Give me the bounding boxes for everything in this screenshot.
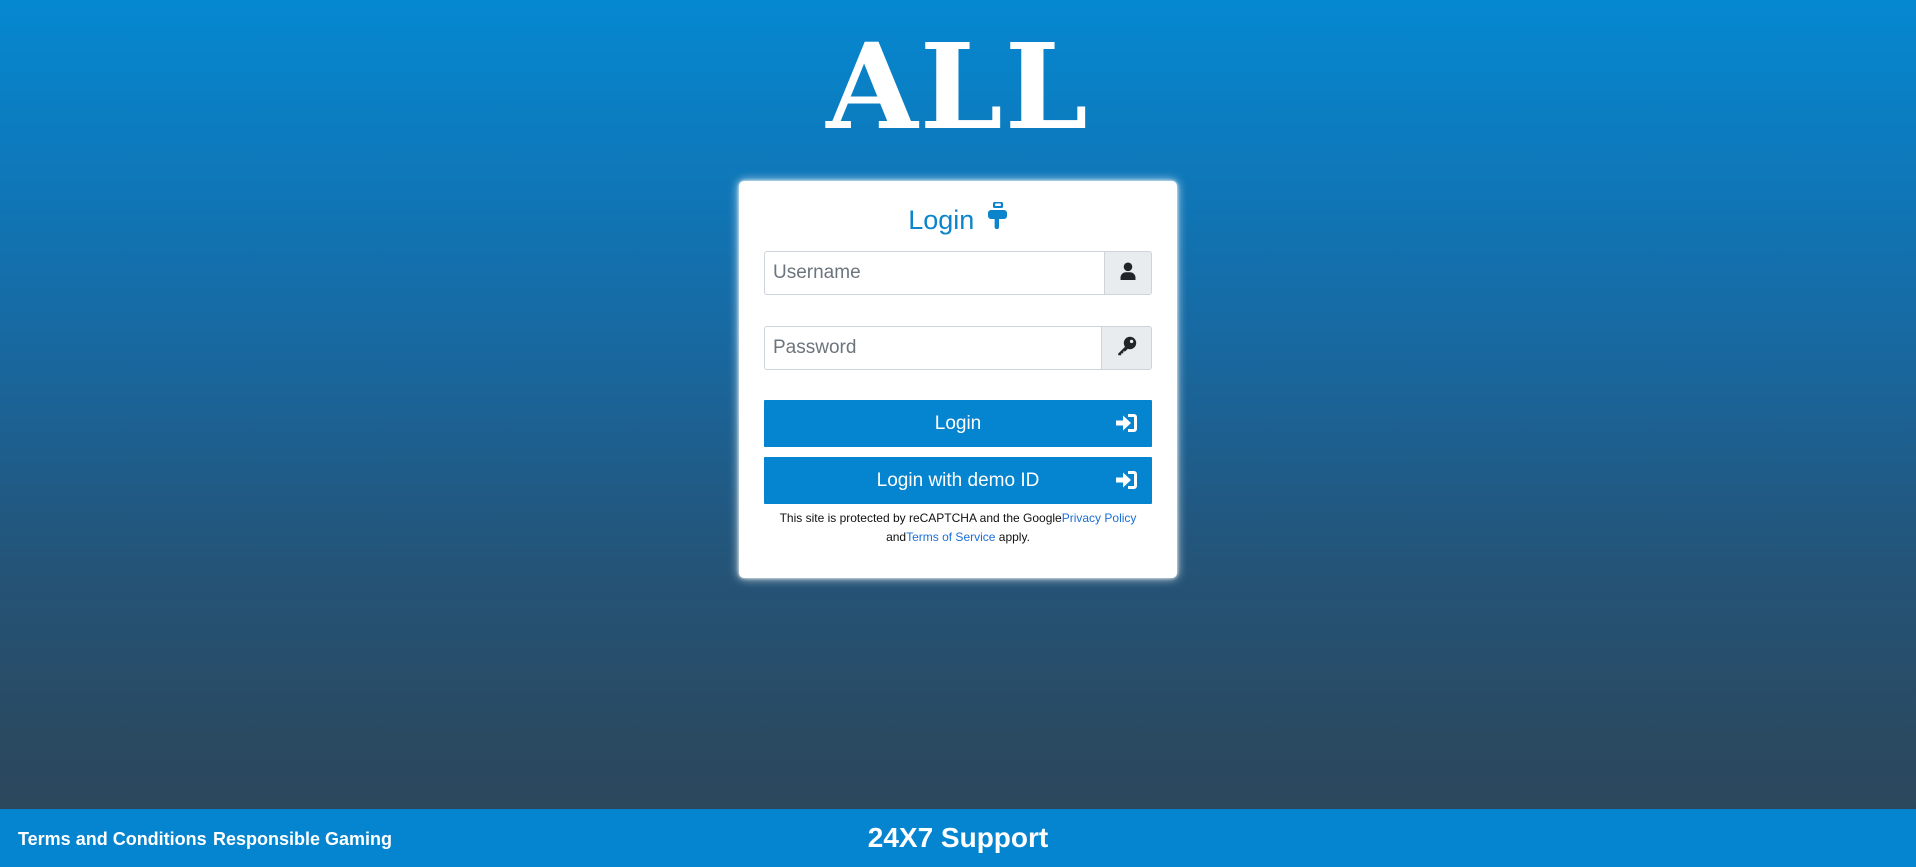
recaptcha-suffix: apply.	[995, 530, 1030, 544]
support-text[interactable]: 24X7 Support	[868, 822, 1048, 853]
brand-logo: ALL	[826, 17, 1090, 156]
responsible-gaming-link[interactable]: Responsible Gaming	[213, 828, 392, 850]
login-button-label: Login	[934, 412, 982, 434]
login-button[interactable]: Login	[764, 400, 1152, 447]
demo-login-button-label: Login with demo ID	[876, 469, 1040, 491]
terms-and-conditions-link[interactable]: Terms and Conditions	[18, 828, 207, 850]
terms-of-service-link[interactable]: Terms of Service	[906, 530, 995, 544]
password-group	[764, 326, 1152, 370]
password-addon	[1101, 326, 1152, 370]
sign-in-icon	[1116, 413, 1138, 439]
privacy-policy-link[interactable]: Privacy Policy	[1062, 511, 1137, 525]
login-card: Login Username Login Login with demo ID …	[739, 181, 1177, 578]
footer: Terms and Conditions Responsible Gaming …	[0, 809, 1916, 867]
login-title-text: Login	[908, 205, 975, 235]
sign-in-icon	[1116, 470, 1138, 496]
username-addon	[1104, 251, 1152, 295]
recaptcha-notice: This site is protected by reCAPTCHA and …	[764, 509, 1152, 547]
demo-login-button[interactable]: Login with demo ID	[764, 457, 1152, 504]
recaptcha-prefix: This site is protected by reCAPTCHA and …	[779, 511, 1062, 525]
user-icon	[1120, 262, 1136, 285]
username-group	[764, 251, 1152, 295]
hand-pointing-down-icon	[986, 201, 1008, 237]
password-input[interactable]	[764, 326, 1101, 370]
login-title: Login	[739, 201, 1177, 237]
username-input[interactable]	[764, 251, 1104, 295]
key-icon	[1117, 336, 1137, 361]
recaptcha-middle: and	[886, 530, 907, 544]
